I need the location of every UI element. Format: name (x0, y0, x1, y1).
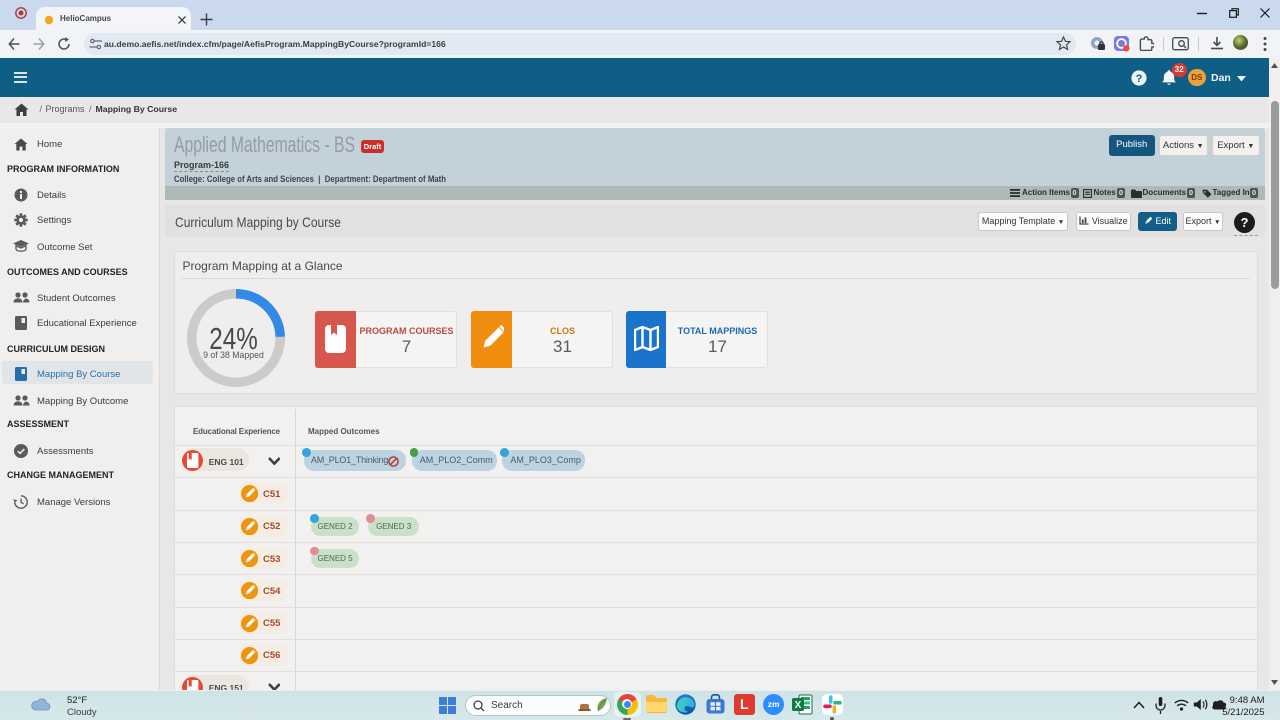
svg-text:X: X (795, 700, 802, 711)
svg-text:?: ? (1136, 72, 1143, 84)
